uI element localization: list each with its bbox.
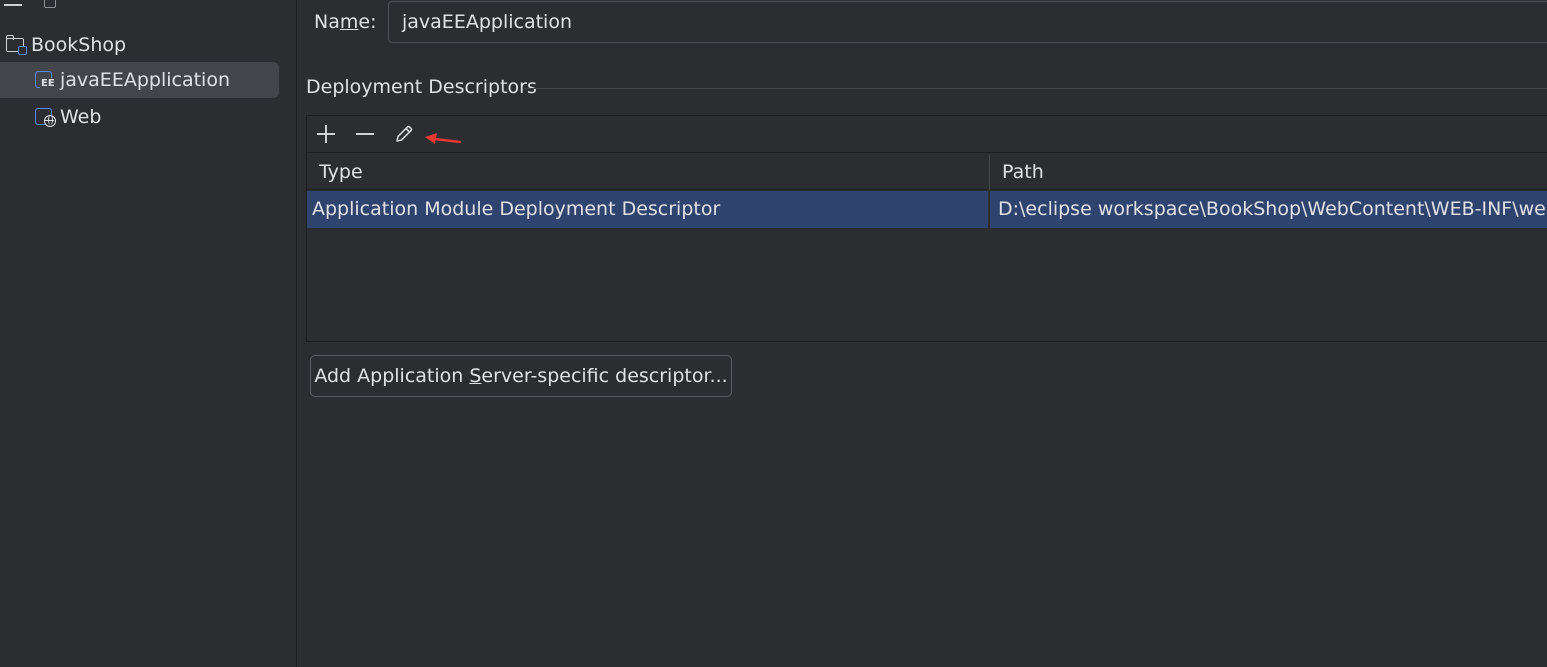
project-structure-window: BookShop EE javaEEApplication Web Name: … <box>0 0 1547 667</box>
name-label: Name: <box>314 11 377 33</box>
table-row[interactable]: Application Module Deployment Descriptor… <box>307 191 1547 228</box>
add-server-specific-descriptor-button[interactable]: Add Application Server-specific descript… <box>310 355 732 397</box>
column-header-path[interactable]: Path <box>990 154 1547 190</box>
module-tree-sidebar: BookShop EE javaEEApplication Web <box>0 0 297 667</box>
web-module-icon <box>34 106 56 128</box>
section-divider <box>524 88 1547 89</box>
javaee-module-icon: EE <box>34 69 56 91</box>
name-input[interactable]: javaEEApplication <box>388 1 1547 43</box>
tree-item-label: Web <box>60 106 102 128</box>
module-settings-panel: Name: javaEEApplication Deployment Descr… <box>298 0 1547 667</box>
cell-path: D:\eclipse workspace\BookShop\WebContent… <box>998 198 1547 220</box>
edit-descriptor-button[interactable] <box>392 122 416 146</box>
tree-item-javaeeapplication[interactable]: EE javaEEApplication <box>0 62 279 98</box>
folder-module-icon <box>5 34 27 56</box>
section-title: Deployment Descriptors <box>306 76 537 98</box>
table-header: Type Path <box>307 154 1547 190</box>
sidebar-toolbar <box>4 0 56 8</box>
add-descriptor-button[interactable] <box>314 122 338 146</box>
column-separator <box>988 191 990 228</box>
pencil-icon <box>396 125 413 142</box>
cell-type: Application Module Deployment Descriptor <box>312 198 721 220</box>
annotation-arrow-icon <box>425 133 462 144</box>
column-header-type[interactable]: Type <box>307 154 990 190</box>
tree-item-label: BookShop <box>31 34 127 56</box>
tree-item-label: javaEEApplication <box>60 69 230 91</box>
copy-icon[interactable] <box>44 0 56 8</box>
remove-descriptor-button[interactable] <box>353 122 377 146</box>
descriptors-toolbar <box>307 116 1547 153</box>
tree-item-bookshop[interactable]: BookShop <box>0 27 279 63</box>
collapse-icon[interactable] <box>4 0 22 6</box>
descriptors-table-panel: Type Path Application Module Deployment … <box>306 115 1547 342</box>
tree-item-web[interactable]: Web <box>0 99 279 135</box>
